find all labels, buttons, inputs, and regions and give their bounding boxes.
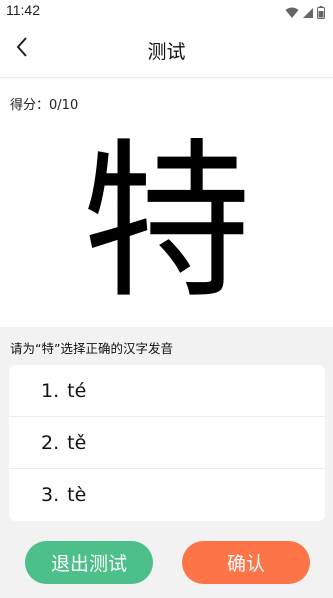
options-list: 1. té 2. tě 3. tè [9, 365, 325, 521]
exit-test-button[interactable]: 退出测试 [25, 541, 153, 584]
signal-icon [302, 4, 314, 23]
score-display: 得分：0/10 [10, 94, 78, 113]
option-text: tě [67, 431, 87, 454]
score-label: 得分： [10, 98, 50, 113]
test-character: 特 [81, 124, 252, 322]
option-text: tè [67, 484, 87, 506]
option-text: té [67, 379, 87, 402]
option-number: 1. [41, 379, 60, 402]
option-2[interactable]: 2. tě [9, 417, 325, 469]
battery-icon [317, 4, 325, 23]
confirm-button[interactable]: 确认 [182, 541, 310, 584]
wifi-icon [285, 4, 299, 23]
option-number: 2. [41, 431, 60, 454]
app-bar: 测试 [0, 22, 333, 78]
score-value: 0/10 [49, 98, 79, 113]
status-icons [285, 4, 325, 23]
page-title: 测试 [147, 41, 186, 63]
status-time: 11:42 [6, 2, 40, 18]
option-1[interactable]: 1. té [9, 365, 325, 417]
option-number: 3. [41, 484, 60, 506]
option-3[interactable]: 3. tè [9, 469, 325, 521]
status-bar: 11:42 [0, 0, 333, 22]
question-text: 请为“特”选择正确的汉字发音 [10, 341, 173, 356]
